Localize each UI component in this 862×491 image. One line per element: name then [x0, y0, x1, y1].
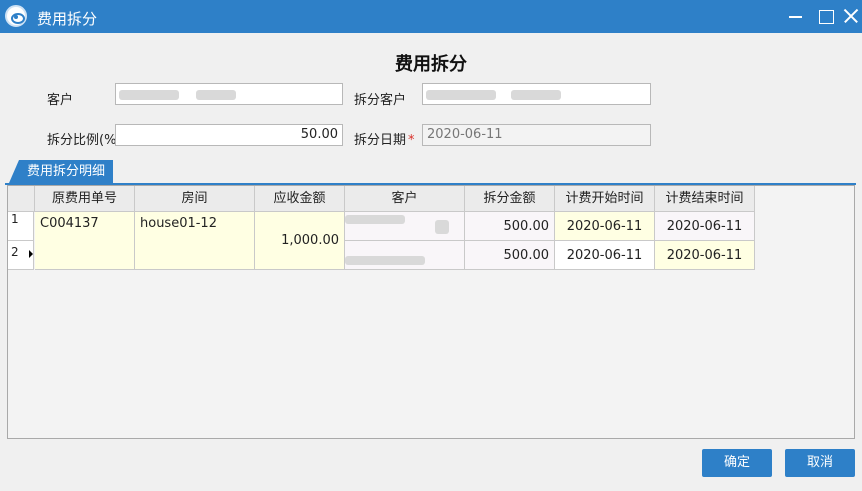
cancel-button[interactable]: 取消	[785, 449, 855, 477]
column-header-end-time[interactable]: 计费结束时间	[655, 186, 755, 212]
original-no-cell[interactable]: C004137	[35, 212, 135, 270]
start-time-cell[interactable]: 2020-06-11	[555, 212, 655, 241]
column-header-start-time[interactable]: 计费开始时间	[555, 186, 655, 212]
redacted-text	[196, 90, 236, 100]
column-header-room[interactable]: 房间	[135, 186, 255, 212]
end-time-cell[interactable]: 2020-06-11	[655, 212, 755, 241]
split-customer-label: 拆分客户	[354, 93, 407, 108]
split-ratio-label: 拆分比例(%	[47, 133, 117, 148]
app-logo-icon	[5, 5, 27, 27]
row-number[interactable]: 1	[8, 212, 34, 241]
close-icon[interactable]	[839, 4, 862, 28]
split-amount-cell[interactable]: 500.00	[465, 212, 555, 241]
column-header-original-no[interactable]: 原费用单号	[35, 186, 135, 212]
split-amount-cell[interactable]: 500.00	[465, 241, 555, 270]
split-details-grid: 原费用单号 房间 应收金额 客户 拆分金额 计费开始时间 计费结束时间 1 2 …	[7, 185, 855, 439]
redacted-text	[119, 90, 179, 100]
redacted-text	[511, 90, 561, 100]
maximize-icon[interactable]	[814, 4, 838, 28]
minimize-icon[interactable]	[784, 4, 808, 28]
redacted-text	[435, 220, 449, 234]
column-header-receivable[interactable]: 应收金额	[255, 186, 345, 212]
end-time-cell[interactable]: 2020-06-11	[655, 241, 755, 270]
window-title: 费用拆分	[37, 10, 98, 28]
split-date-field: 2020-06-11	[422, 124, 651, 146]
customer-field[interactable]	[115, 83, 343, 105]
column-header-customer[interactable]: 客户	[345, 186, 465, 212]
tab-split-details[interactable]: 费用拆分明细	[9, 160, 113, 183]
receivable-cell[interactable]: 1,000.00	[255, 212, 345, 270]
split-customer-field[interactable]	[422, 83, 651, 105]
split-ratio-input[interactable]: 50.00	[115, 124, 343, 146]
customer-label: 客户	[47, 93, 74, 108]
window-titlebar: 费用拆分	[0, 0, 862, 33]
redacted-text	[345, 256, 425, 265]
required-mark: *	[408, 133, 415, 148]
customer-cell[interactable]	[345, 212, 465, 241]
redacted-text	[345, 215, 405, 224]
column-header-split-amount[interactable]: 拆分金额	[465, 186, 555, 212]
row-header-corner	[8, 186, 35, 212]
start-time-cell[interactable]: 2020-06-11	[555, 241, 655, 270]
ok-button[interactable]: 确定	[702, 449, 772, 477]
split-date-label: 拆分日期 *	[354, 133, 415, 148]
room-cell[interactable]: house01-12	[135, 212, 255, 270]
current-row-indicator-icon	[29, 250, 33, 258]
dialog-heading: 费用拆分	[395, 54, 467, 75]
redacted-text	[426, 90, 496, 100]
customer-cell[interactable]	[345, 241, 465, 270]
